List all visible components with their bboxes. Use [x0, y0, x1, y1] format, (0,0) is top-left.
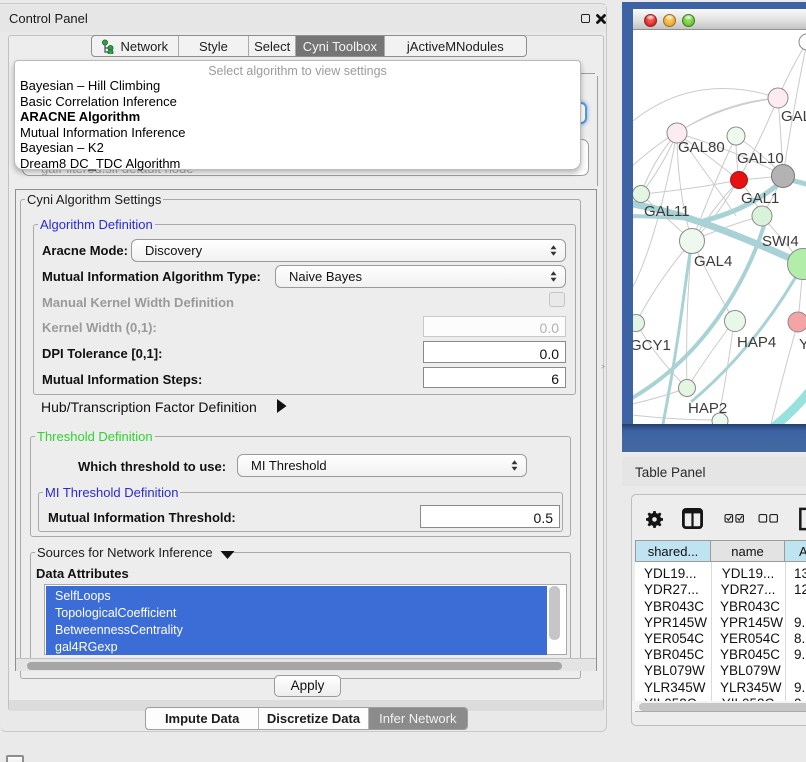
svg-text:GAL7: GAL7 [781, 108, 806, 125]
svg-text:HAP2: HAP2 [688, 400, 727, 417]
svg-text:GAL4: GAL4 [694, 253, 732, 270]
svg-text:GAL1: GAL1 [741, 190, 779, 207]
svg-text:GAL10: GAL10 [737, 150, 784, 167]
svg-text:Y: Y [799, 336, 806, 353]
svg-text:SWI4: SWI4 [762, 233, 799, 250]
svg-text:GCY1: GCY1 [633, 337, 671, 354]
svg-text:GAL11: GAL11 [644, 203, 690, 220]
svg-text:HAP4: HAP4 [737, 334, 776, 351]
svg-text:GAL80: GAL80 [678, 139, 725, 156]
